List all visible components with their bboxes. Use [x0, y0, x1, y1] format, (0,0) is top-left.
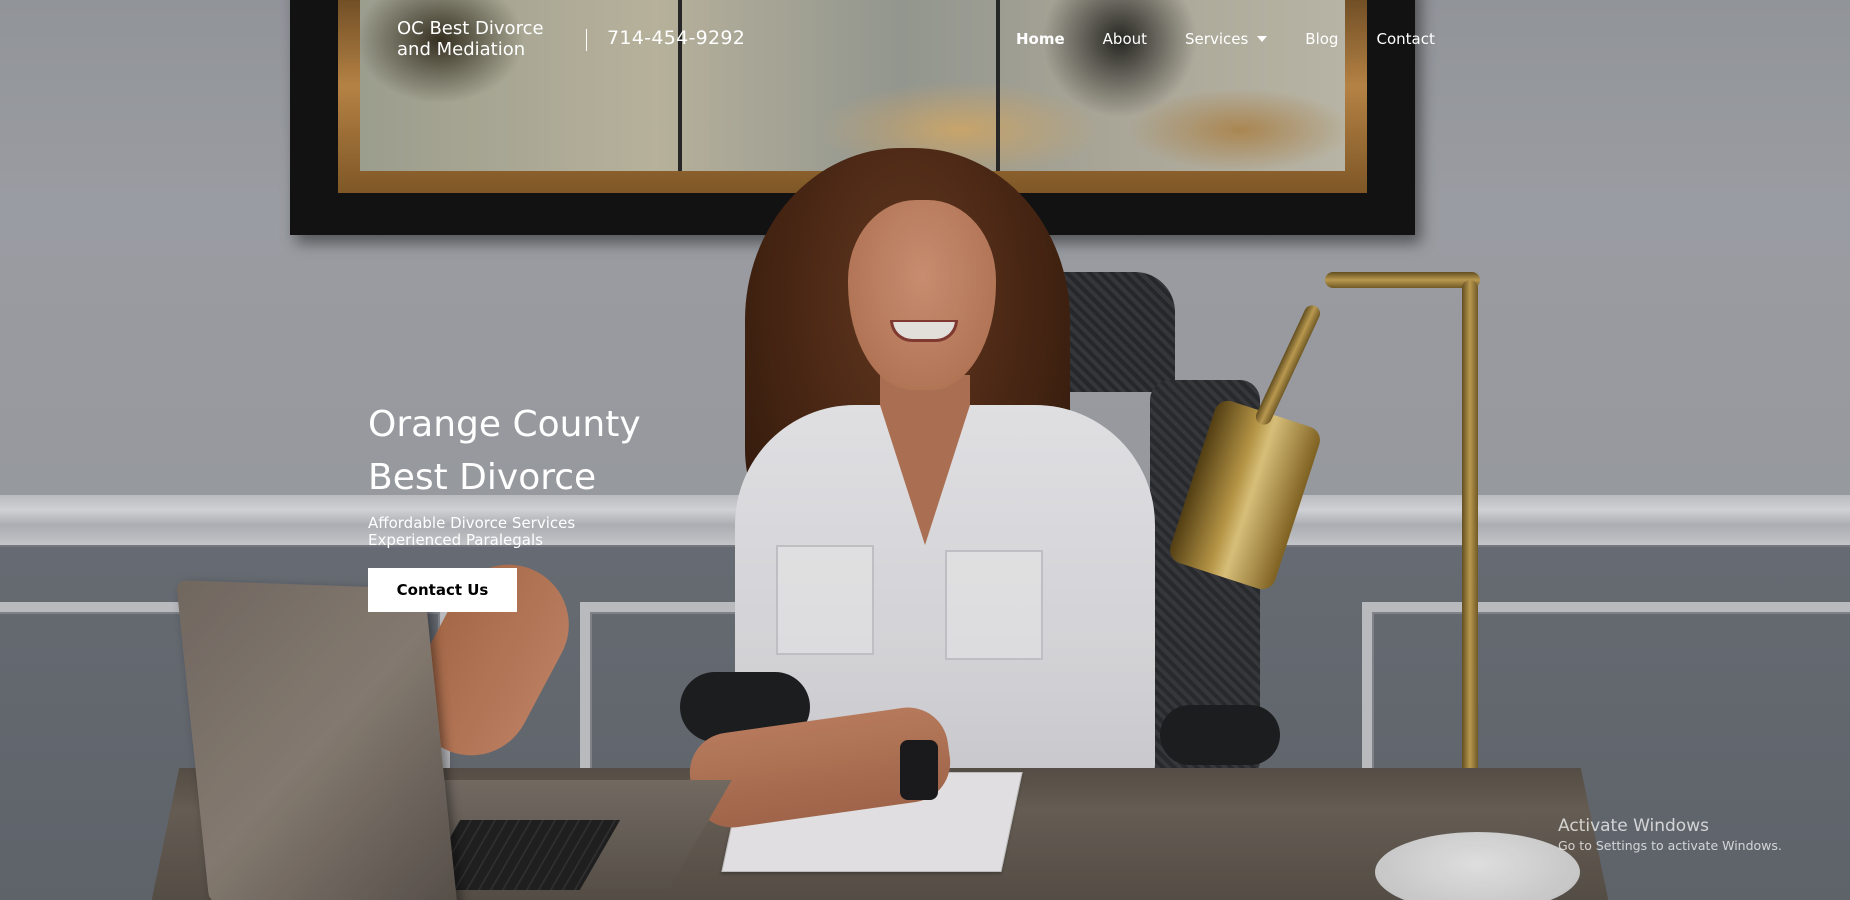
nav-about-label: About	[1102, 30, 1148, 48]
phone-link[interactable]: 714-454-9292	[607, 27, 745, 49]
nav-contact-label: Contact	[1376, 30, 1435, 48]
brand-line-2: and Mediation	[397, 39, 526, 60]
hero-subtitle: Affordable Divorce Services Experienced …	[368, 515, 575, 549]
hero-background	[0, 0, 1850, 900]
watermark-subtitle: Go to Settings to activate Windows.	[1558, 838, 1782, 853]
hero-subtitle-line-2: Experienced Paralegals	[368, 531, 543, 549]
nav-blog[interactable]: Blog	[1305, 30, 1338, 48]
hero-overlay	[0, 0, 1850, 900]
nav-services-label: Services	[1185, 30, 1249, 48]
watermark-title: Activate Windows	[1558, 816, 1709, 836]
nav-home-label: Home	[1016, 30, 1065, 48]
hero-subtitle-line-1: Affordable Divorce Services	[368, 514, 576, 532]
nav-about[interactable]: About	[1103, 30, 1147, 48]
nav-home[interactable]: Home	[1016, 30, 1065, 48]
caret-down-icon[interactable]	[1257, 36, 1268, 42]
site-header: OC Best Divorce and Mediation 714-454-92…	[0, 0, 1850, 80]
main-nav: Home About Services Blog Contact	[1016, 30, 1473, 48]
hero-title-line-1: Orange County	[368, 404, 641, 445]
contact-us-button[interactable]: Contact Us	[368, 568, 517, 612]
nav-services[interactable]: Services	[1185, 30, 1268, 48]
hero-title-line-2: Best Divorce	[368, 457, 597, 498]
hero-title: Orange County Best Divorce	[368, 398, 728, 504]
nav-contact[interactable]: Contact	[1376, 30, 1434, 48]
windows-activation-watermark: Activate Windows Go to Settings to activ…	[1558, 815, 1782, 854]
header-divider	[586, 29, 587, 51]
nav-blog-label: Blog	[1305, 30, 1339, 48]
brand-line-1: OC Best Divorce	[397, 18, 544, 39]
site-logo-text[interactable]: OC Best Divorce and Mediation	[397, 18, 567, 60]
